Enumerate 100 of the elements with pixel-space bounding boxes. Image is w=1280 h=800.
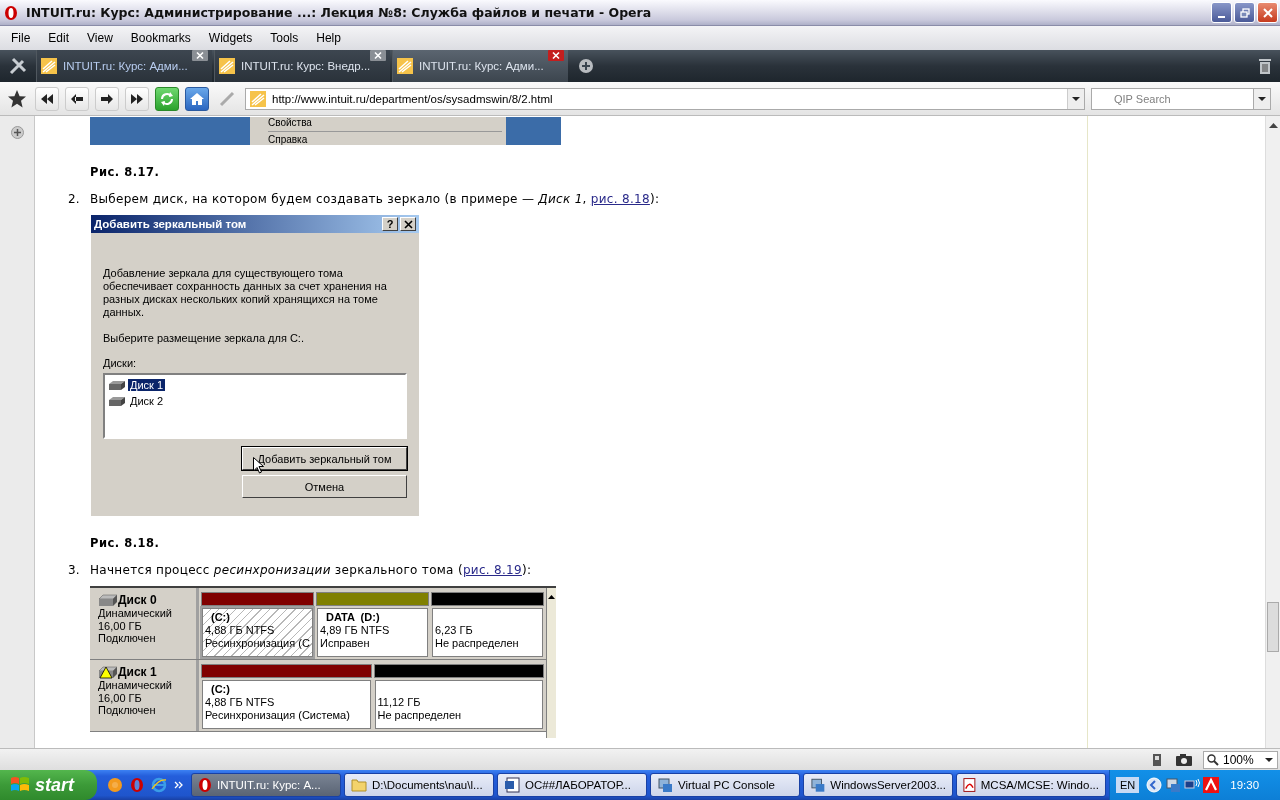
add-panel-icon[interactable] xyxy=(10,126,24,139)
volume-box[interactable]: (C:) 4,88 ГБ NTFS Ресинхронизация (Система) xyxy=(202,680,371,729)
volume-size: 11,12 ГБ xyxy=(377,696,422,709)
browser-tab[interactable]: INTUIT.ru: Курс: Адми... xyxy=(36,50,212,82)
dialog-button[interactable]: Отмена xyxy=(242,475,407,498)
close-icon xyxy=(1262,7,1273,18)
scroll-thumb[interactable] xyxy=(1267,602,1279,652)
disk-type: Динамический xyxy=(98,607,173,620)
taskbar-button[interactable]: MCSA/MCSE: Windo... xyxy=(956,773,1106,797)
address-field[interactable]: http://www.intuit.ru/department/os/sysadmswin/8/2.html xyxy=(245,87,1085,110)
reload-icon xyxy=(159,90,175,107)
home-button[interactable] xyxy=(185,86,209,111)
add-tab-icon[interactable] xyxy=(578,58,594,74)
pdf-icon xyxy=(963,777,976,793)
figure-caption: Рис. 8.18. xyxy=(90,536,161,550)
step-text: Начнется процесс ресинхронизации зеркального тома (рис. 8.19): xyxy=(90,563,532,577)
browser-tab[interactable]: INTUIT.ru: Курс: Внедр... xyxy=(214,50,390,82)
wrench-icon[interactable] xyxy=(8,56,28,76)
browser-tab[interactable]: INTUIT.ru: Курс: Адми... xyxy=(392,50,568,82)
volume-size: 4,88 ГБ NTFS xyxy=(205,696,276,709)
volume-box[interactable]: 11,12 ГБ Не распределен xyxy=(374,680,543,729)
media-player-icon[interactable] xyxy=(107,777,123,793)
taskbar-button[interactable]: INTUIT.ru: Курс: А... xyxy=(191,773,341,797)
menu-item[interactable]: Tools xyxy=(261,31,308,45)
collapse-tray-icon[interactable] xyxy=(1146,777,1163,793)
minimize-button[interactable] xyxy=(1211,2,1232,23)
fast-forward-icon xyxy=(130,92,144,105)
disk-type: Динамический xyxy=(98,679,173,692)
volume-size: 6,23 ГБ xyxy=(435,624,474,637)
close-tab-icon[interactable] xyxy=(548,50,564,61)
volume-box[interactable]: DATA (D:) 4,89 ГБ NTFS Исправен xyxy=(317,608,428,657)
disk-size: 16,00 ГБ xyxy=(98,619,143,632)
computer-icon[interactable] xyxy=(1165,777,1182,793)
restore-button[interactable] xyxy=(1234,2,1255,23)
browser-e-icon[interactable] xyxy=(151,777,167,793)
disk-list-item[interactable]: Диск 1 xyxy=(128,379,166,391)
close-button[interactable] xyxy=(400,217,416,231)
help-button[interactable]: ? xyxy=(382,217,398,231)
figure-link[interactable]: рис. 8.19 xyxy=(462,563,522,577)
close-icon xyxy=(403,219,413,229)
menu-item[interactable]: Edit xyxy=(39,31,79,45)
clock: 19:30 xyxy=(1230,779,1260,791)
chevron-icon[interactable] xyxy=(174,781,183,789)
disk-drive-icon xyxy=(108,379,126,391)
computer-icon xyxy=(657,777,673,793)
forward-button[interactable] xyxy=(95,86,119,111)
close-tab-icon[interactable] xyxy=(370,50,386,61)
close-tab-icon[interactable] xyxy=(192,50,208,61)
search-field[interactable]: QIP Search xyxy=(1091,87,1254,110)
volume-box[interactable]: 6,23 ГБ Не распределен xyxy=(432,608,543,657)
volume-label: DATA (D:) xyxy=(325,611,381,624)
back-button[interactable] xyxy=(65,86,89,111)
pen-icon xyxy=(219,90,235,107)
volume-state: Ресинхронизация (С xyxy=(205,637,310,650)
taskbar-button[interactable]: ОС##ЛАБОРАТОР... xyxy=(497,773,647,797)
page-icon xyxy=(250,90,266,107)
taskbar-button[interactable]: Virtual PC Console xyxy=(650,773,800,797)
window-title: INTUIT.ru: Курс: Администрирование ...: Лекция №8: Служба файлов и печати - Opera xyxy=(26,5,653,20)
menu-item[interactable]: Bookmarks xyxy=(121,31,200,45)
reload-button[interactable] xyxy=(155,86,179,111)
disk-list-item[interactable]: Диск 2 xyxy=(128,395,166,407)
star-icon[interactable] xyxy=(7,88,27,109)
scroll-up-icon[interactable] xyxy=(1268,122,1278,128)
disk-name: Диск 1 xyxy=(118,665,157,679)
figure-link[interactable]: рис. 8.18 xyxy=(590,192,650,206)
scrollbar[interactable] xyxy=(546,588,556,738)
menu-item[interactable]: Widgets xyxy=(199,31,262,45)
start-button[interactable]: start xyxy=(0,770,97,800)
home-icon xyxy=(189,90,205,107)
document-icon xyxy=(504,777,520,793)
rewind-icon xyxy=(40,92,54,105)
folder-icon xyxy=(351,778,367,792)
menu-item[interactable]: Help xyxy=(307,31,350,45)
forward-arrow-icon xyxy=(100,92,114,105)
dialog-button[interactable]: Добавить зеркальный том xyxy=(242,447,407,470)
rewind-button[interactable] xyxy=(35,86,59,111)
volume-state: Ресинхронизация (Система) xyxy=(205,709,351,722)
disk-name: Диск 0 xyxy=(118,593,157,607)
taskbar-button[interactable]: D:\Documents\nau\l... xyxy=(344,773,494,797)
volume-size: 4,88 ГБ NTFS xyxy=(205,624,276,637)
camera-icon[interactable] xyxy=(1175,752,1193,767)
volume-box[interactable]: (C:) 4,88 ГБ NTFS Ресинхронизация (С xyxy=(202,608,313,657)
volume-state: Не распределен xyxy=(377,709,463,722)
taskbar-button[interactable]: WindowsServer2003... xyxy=(803,773,953,797)
list-label: Диски: xyxy=(103,357,138,369)
page-icon xyxy=(219,58,235,74)
volume-size: 4,89 ГБ NTFS xyxy=(320,624,391,637)
menu-item[interactable]: View xyxy=(78,31,122,45)
language-indicator[interactable]: EN xyxy=(1116,777,1140,793)
menu-item[interactable]: File xyxy=(2,31,40,45)
fast-forward-button[interactable] xyxy=(125,86,149,111)
volume-state: Исправен xyxy=(320,637,371,650)
dropdown-arrow-icon[interactable] xyxy=(1264,755,1274,764)
windows-flag-icon xyxy=(10,776,30,794)
trash-icon[interactable] xyxy=(1258,57,1272,75)
search-icon xyxy=(1207,753,1219,766)
zoom-field[interactable]: 100% xyxy=(1203,750,1278,769)
dialog-description: Добавление зеркала для существующего тома обеспечивает сохранность данных за счет хранения на разных дисках нескольких копий хранящихся на томе данных. xyxy=(103,267,388,319)
scroll-up-icon[interactable] xyxy=(548,594,555,599)
disk-drive-icon xyxy=(108,395,126,407)
